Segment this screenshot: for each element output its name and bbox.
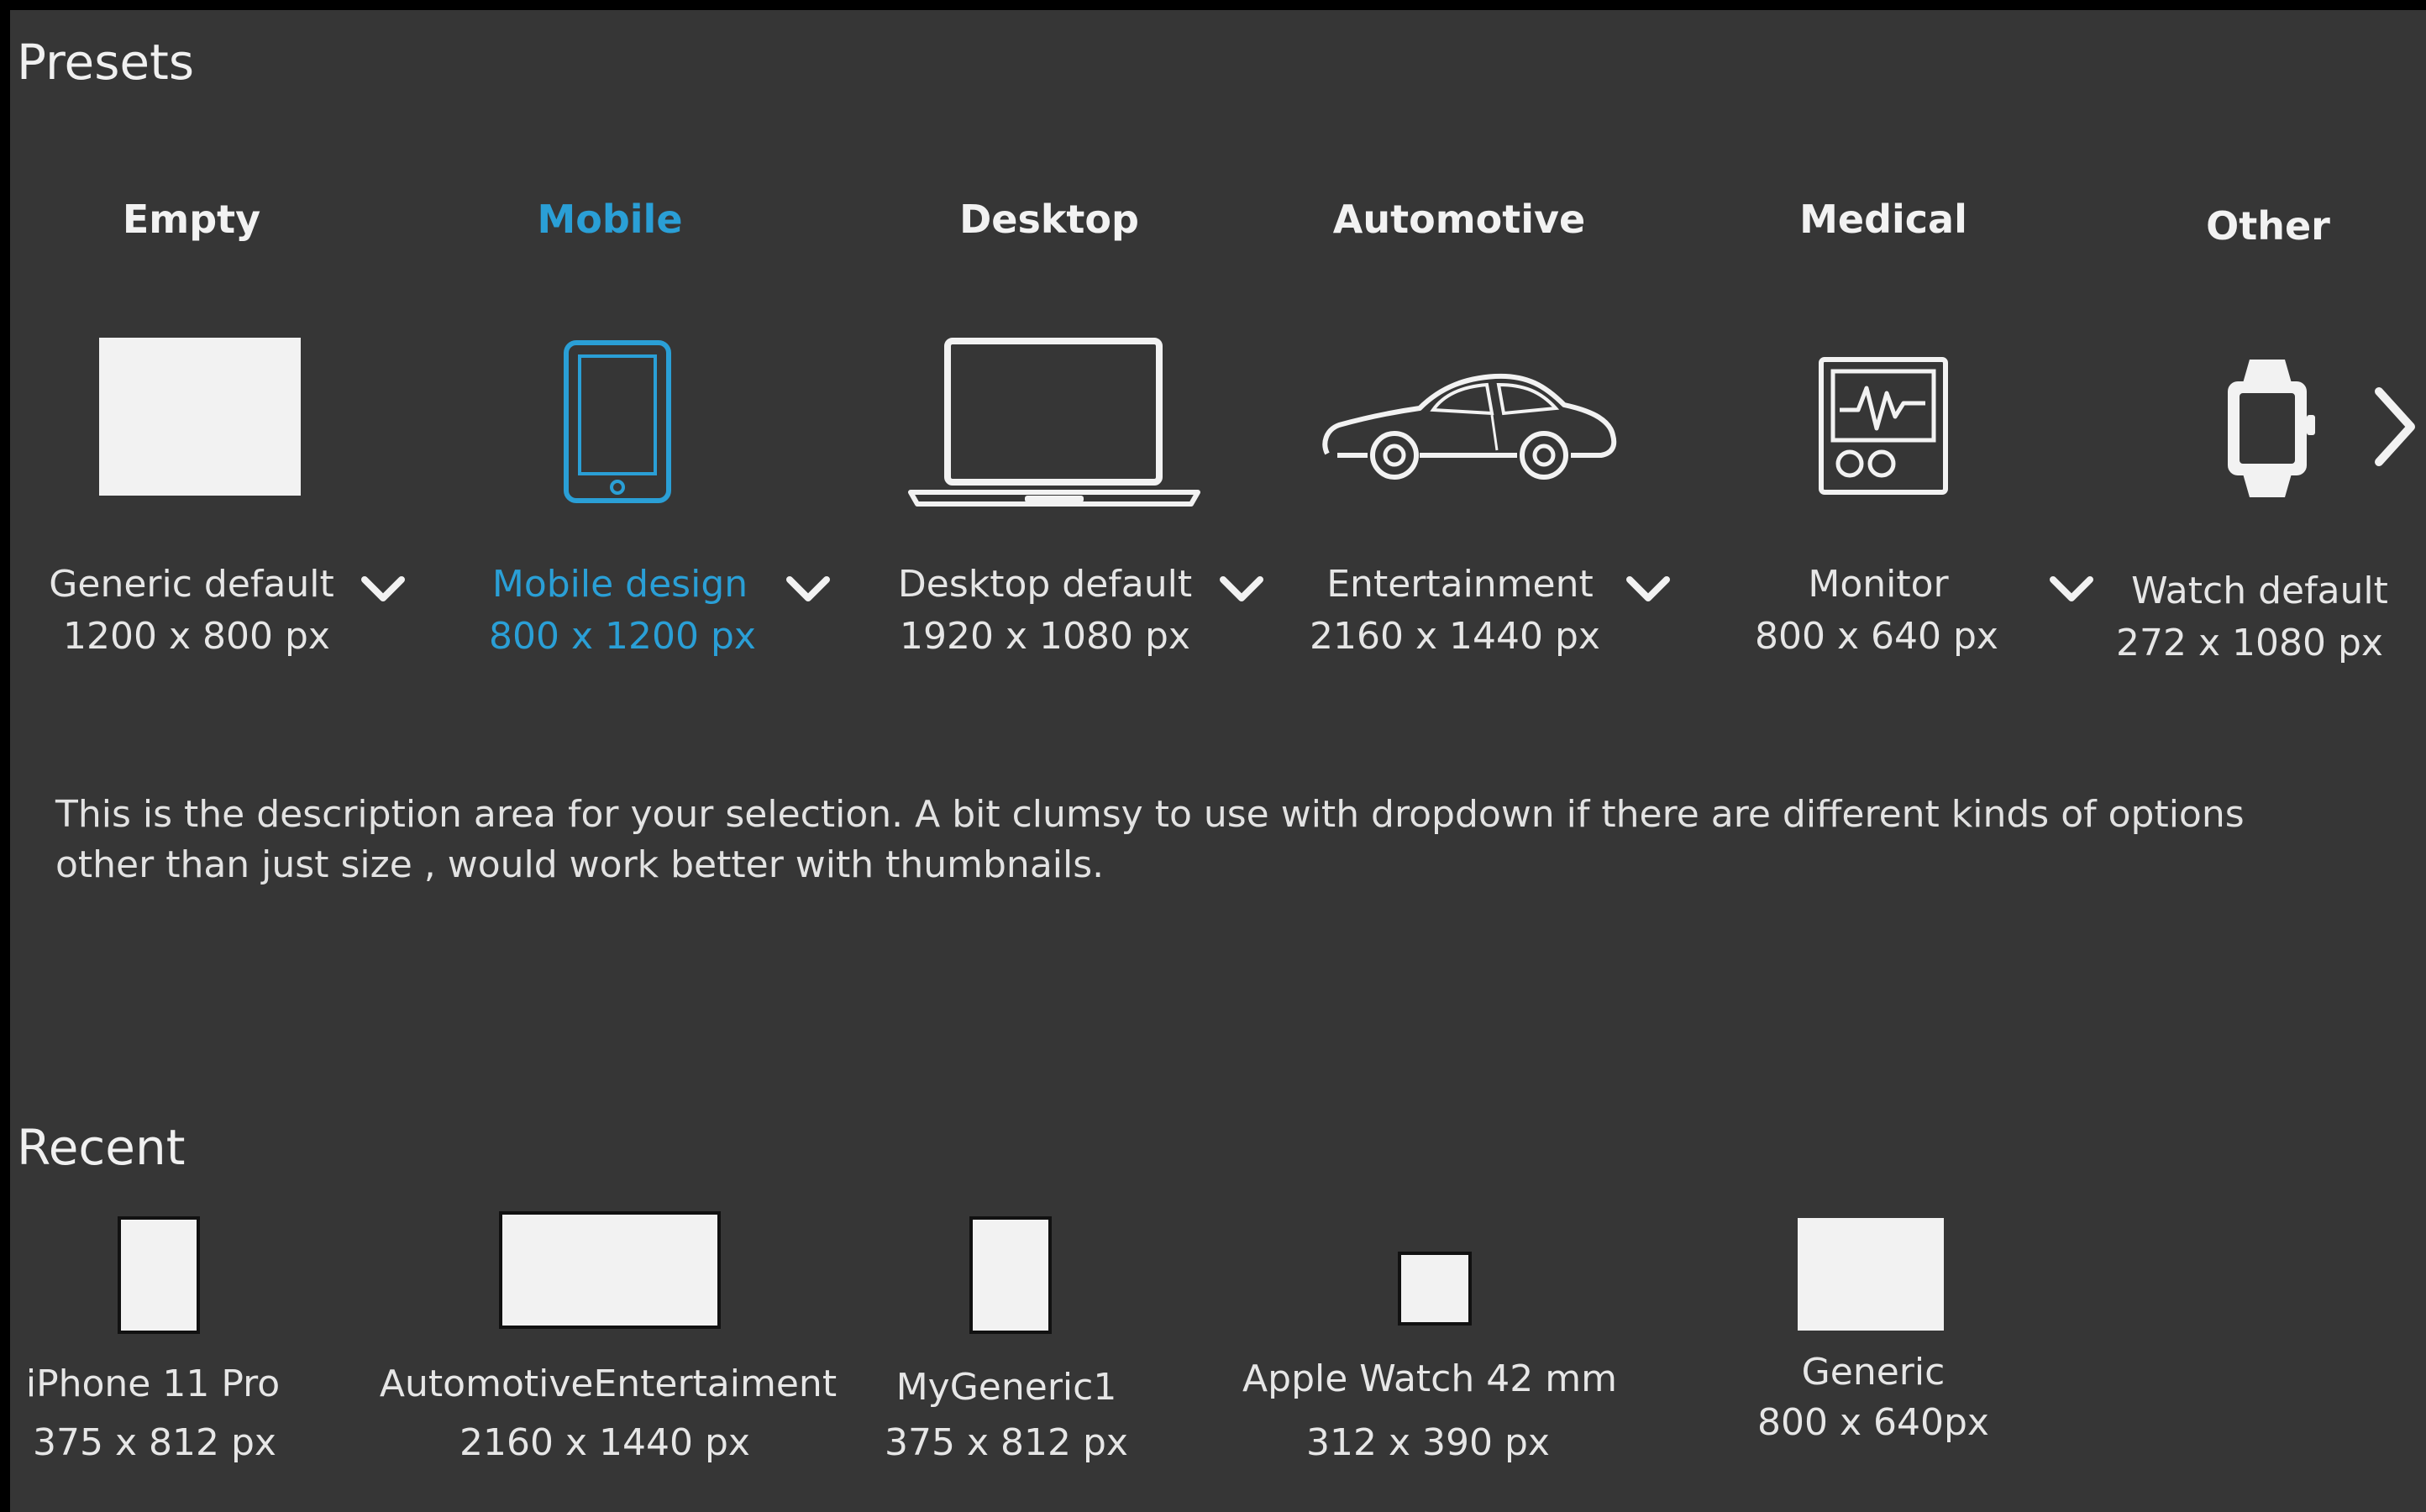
recent-item-size: 375 x 812 px	[885, 1421, 1128, 1464]
preset-name-empty: Generic default	[49, 563, 334, 606]
new-project-panel: Presets Empty Mobile Desktop Automotive …	[10, 10, 2426, 1512]
chevron-down-icon[interactable]	[358, 570, 408, 610]
recent-item-size: 375 x 812 px	[33, 1421, 276, 1464]
preset-name-automotive: Entertainment	[1326, 563, 1594, 606]
preset-size-automotive: 2160 x 1440 px	[1310, 615, 1600, 658]
recent-item-name: AutomotiveEntertaiment	[379, 1362, 838, 1405]
preset-name-medical: Monitor	[1808, 563, 1949, 606]
selection-description: This is the description area for your se…	[55, 793, 2245, 886]
preset-name-mobile: Mobile design	[491, 563, 748, 606]
chevron-down-icon[interactable]	[783, 570, 833, 610]
medical-monitor-icon[interactable]	[1818, 356, 1949, 496]
recent-item-name: MyGeneric1	[895, 1366, 1117, 1409]
category-automotive[interactable]: Automotive	[1333, 197, 1585, 242]
preset-size-empty: 1200 x 800 px	[63, 615, 330, 658]
category-desktop[interactable]: Desktop	[959, 197, 1139, 242]
recent-thumbnail[interactable]	[1398, 1252, 1472, 1326]
recent-item-size: 800 x 640px	[1757, 1401, 1989, 1444]
car-icon[interactable]	[1319, 363, 1621, 489]
recent-thumbnail[interactable]	[118, 1216, 200, 1334]
preset-size-medical: 800 x 640 px	[1755, 615, 1998, 658]
chevron-down-icon[interactable]	[2046, 570, 2097, 610]
chevron-down-icon[interactable]	[1216, 570, 1267, 610]
preset-size-other: 272 x 1080 px	[2116, 622, 2383, 664]
recent-thumbnail[interactable]	[499, 1211, 721, 1329]
recent-item-name: iPhone 11 Pro	[25, 1362, 281, 1405]
recent-item-size: 312 x 390 px	[1306, 1421, 1550, 1464]
recent-item-name: Generic	[1801, 1351, 1946, 1394]
recent-item-size: 2160 x 1440 px	[459, 1421, 750, 1464]
preset-size-desktop: 1920 x 1080 px	[900, 615, 1190, 658]
tablet-icon[interactable]	[563, 339, 672, 504]
category-medical[interactable]: Medical	[1799, 197, 1967, 242]
category-empty[interactable]: Empty	[123, 197, 260, 242]
laptop-icon[interactable]	[907, 336, 1201, 509]
category-other[interactable]: Other	[2206, 203, 2330, 249]
chevron-down-icon[interactable]	[1623, 570, 1673, 610]
preset-name-desktop: Desktop default	[897, 563, 1193, 606]
blank-canvas-icon[interactable]	[99, 338, 301, 496]
preset-size-mobile: 800 x 1200 px	[489, 615, 756, 658]
recent-thumbnail[interactable]	[969, 1216, 1052, 1334]
recent-heading: Recent	[17, 1119, 186, 1176]
recent-item-name: Apple Watch 42 mm	[1242, 1357, 1617, 1400]
preset-name-other: Watch default	[2131, 570, 2388, 612]
smartwatch-icon[interactable]	[2221, 356, 2322, 501]
next-chevron-icon[interactable]	[2369, 385, 2419, 469]
category-mobile[interactable]: Mobile	[537, 197, 682, 242]
recent-thumbnail[interactable]	[1794, 1215, 1947, 1334]
presets-heading: Presets	[17, 34, 195, 91]
